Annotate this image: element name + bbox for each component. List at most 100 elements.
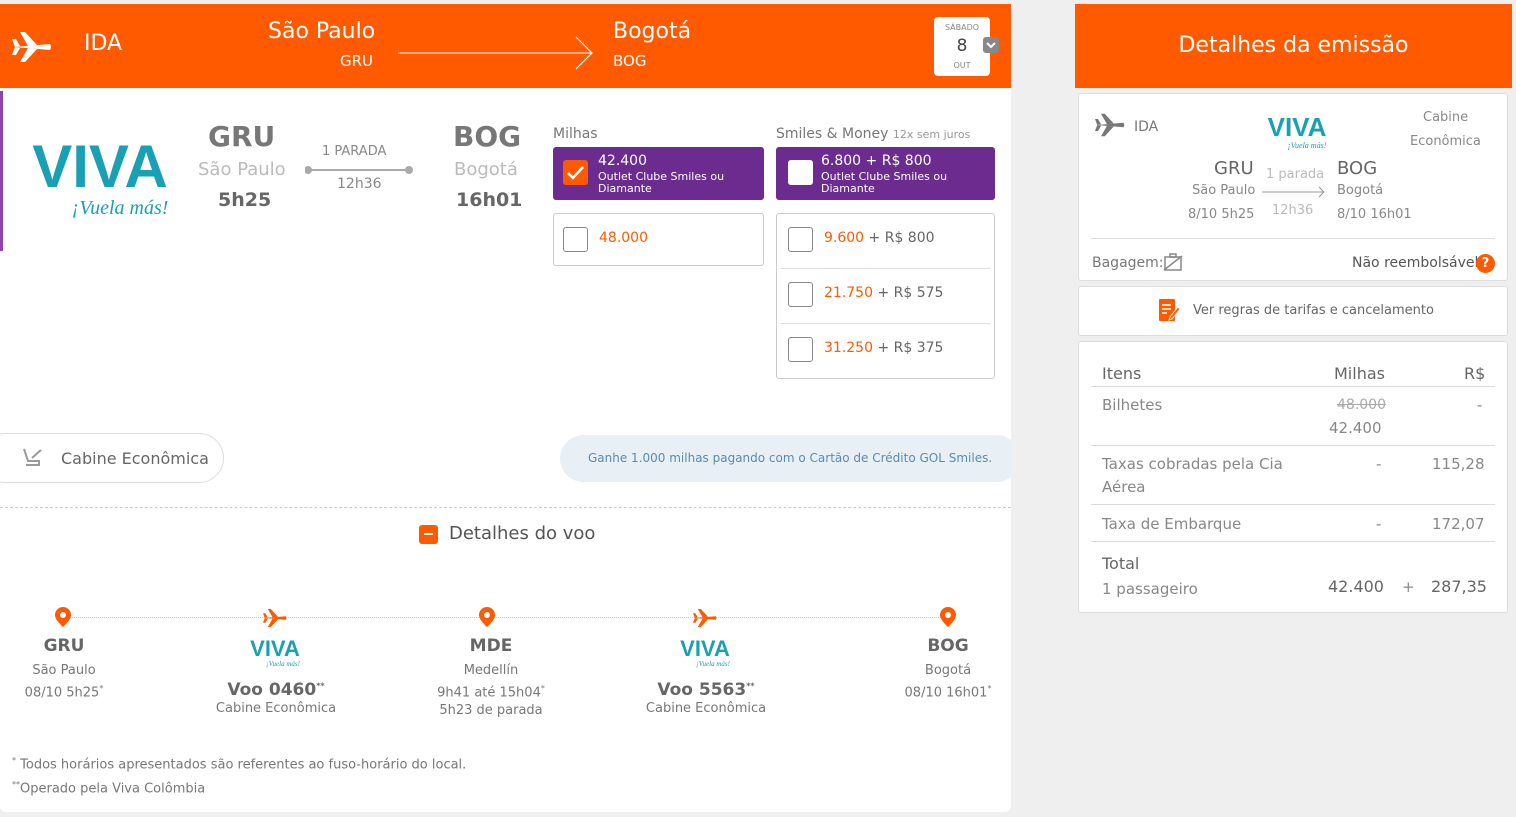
date-month: OUT [953,61,971,70]
baggage-label: Bagagem: [1092,255,1164,271]
airport-time: 08/10 5h25* [24,684,104,701]
svg-text:VIVA: VIVA [32,133,168,200]
airport-city: Medellín [463,663,519,678]
location-pin-icon [55,607,71,627]
pricing-table: Itens Milhas R$ Bilhetes 48.000 42.400 -… [1078,341,1508,613]
timeline-flight-2: Voo 5563** Cabine Econômica [616,680,796,716]
summary-origin-datetime: 8/10 5h25 [1188,207,1255,222]
flight-destination-code: BOG [453,120,522,153]
stops-line [305,166,413,174]
checkbox[interactable] [788,227,813,252]
smiles-money-label: Smiles & Money [776,126,889,142]
row-money: 115,28 [1432,455,1485,473]
checkbox[interactable] [788,337,813,362]
checkbox[interactable] [788,282,813,307]
help-icon[interactable]: ? [1476,254,1495,273]
miles-fare-selected[interactable]: 42.400 Outlet Clube Smiles ou Diamante [553,147,764,200]
summary-origin-code: GRU [1214,158,1254,179]
fare-value: 6.800 + R$ 800 [821,153,932,169]
smiles-money-options: 9.600 + R$ 800 21.750 + R$ 575 31.250 + … [776,213,995,379]
miles-fare-option[interactable]: 48.000 [553,213,764,266]
fare-value: 42.400 [598,153,647,169]
col-money: R$ [1464,364,1486,383]
timeline-origin: GRU São Paulo 08/10 5h25* [0,636,154,702]
flight-departure-time: 5h25 [218,189,272,211]
checkbox[interactable] [788,160,813,185]
sm-option-1[interactable]: 9.600 + R$ 800 [824,230,935,246]
summary-destination-datetime: 8/10 16h01 [1337,207,1412,222]
flight-origin-code: GRU [208,120,276,153]
airport-code: GRU [43,636,85,656]
airport-code: BOG [927,636,969,656]
promo-text: Ganhe 1.000 milhas pagando com o Cartão … [588,451,993,465]
row-money: - [1477,396,1483,414]
location-pin-icon [940,607,956,627]
airport-code: MDE [469,636,513,656]
col-miles: Milhas [1334,364,1385,383]
promo-banner[interactable]: Ganhe 1.000 milhas pagando com o Cartão … [560,435,1011,482]
option-miles: 31.250 [824,340,873,356]
svg-text:VIVA: VIVA [250,636,300,661]
route-header: IDA São Paulo GRU Bogotá BOG SÁBADO 8 OU… [0,4,1011,88]
summary-destination-city: Bogotá [1337,183,1384,198]
fare-value: 48.000 [599,230,648,246]
destination-city: Bogotá [613,19,692,44]
footnote-timezone: * Todos horários apresentados são refere… [12,756,467,773]
total-money: 287,35 [1431,577,1487,596]
arrow-right-icon [1262,186,1325,198]
row-item: Bilhetes [1102,396,1163,414]
flight-cabin: Cabine Econômica [645,701,767,716]
fare-rules-link[interactable]: Ver regras de tarifas e cancelamento [1078,286,1508,336]
row-item: Taxa de Embarque [1102,515,1242,533]
viva-logo: VIVA ¡Vuela más! [250,636,301,668]
smiles-money-fare-highlight[interactable]: 6.800 + R$ 800 Outlet Clube Smiles ou Di… [776,147,995,200]
date-day: 8 [956,36,968,56]
collapse-icon[interactable] [419,525,438,544]
sm-option-2[interactable]: 21.750 + R$ 575 [824,285,943,301]
emission-title: Detalhes da emissão [1178,33,1409,58]
row-item: Taxas cobradas pela Cia [1102,455,1283,473]
document-edit-icon [1159,299,1181,321]
checkbox[interactable] [563,227,588,252]
seat-icon [23,448,42,466]
viva-logo: VIVA ¡Vuela más! [32,133,168,219]
total-label: Total [1102,554,1140,573]
sm-option-3[interactable]: 31.250 + R$ 375 [824,340,943,356]
installments-label: 12x sem juros [892,128,971,141]
date-selector[interactable]: SÁBADO 8 OUT [934,17,990,76]
svg-text:¡Vuela más!: ¡Vuela más! [696,660,731,668]
viva-logo: VIVA ¡Vuela más! [1268,114,1327,150]
summary-cabin-line1: Cabine [1423,110,1469,125]
chevron-down-icon[interactable] [983,37,999,53]
flight-stops: 1 PARADA [322,144,387,159]
miles-column-title: Milhas [553,126,598,142]
flight-arrival-time: 16h01 [456,189,523,211]
direction-label: IDA [84,31,123,56]
row-miles: - [1376,455,1382,473]
svg-text:¡Vuela más!: ¡Vuela más! [266,660,301,668]
airport-time: 08/10 16h01* [904,684,992,701]
flight-duration: 12h36 [337,176,382,192]
airplane-icon [1095,113,1125,137]
svg-text:VIVA: VIVA [1268,114,1327,142]
divider [0,507,1011,508]
viva-logo: VIVA ¡Vuela más! [680,636,731,668]
checkbox-checked[interactable] [563,160,588,185]
divider [1091,445,1495,446]
divider [1091,541,1495,542]
fare-description: Outlet Clube Smiles ou Diamante [598,170,725,195]
svg-text:VIVA: VIVA [680,636,730,661]
divider [1091,386,1495,387]
divider [1091,504,1495,505]
row-item-cont: Aérea [1102,478,1146,496]
option-money: + R$ 800 [864,230,935,246]
passenger-count: 1 passageiro [1102,580,1198,598]
svg-text:¡Vuela más!: ¡Vuela más! [1288,141,1327,150]
fare-rules-label[interactable]: Ver regras de tarifas e cancelamento [1193,303,1434,318]
airplane-icon [693,609,717,627]
emission-header: Detalhes da emissão [1075,4,1512,88]
flight-details-title[interactable]: Detalhes do voo [449,523,595,544]
total-miles: 42.400 [1328,577,1384,596]
summary-duration: 12h36 [1272,203,1314,218]
summary-origin-city: São Paulo [1192,183,1256,198]
